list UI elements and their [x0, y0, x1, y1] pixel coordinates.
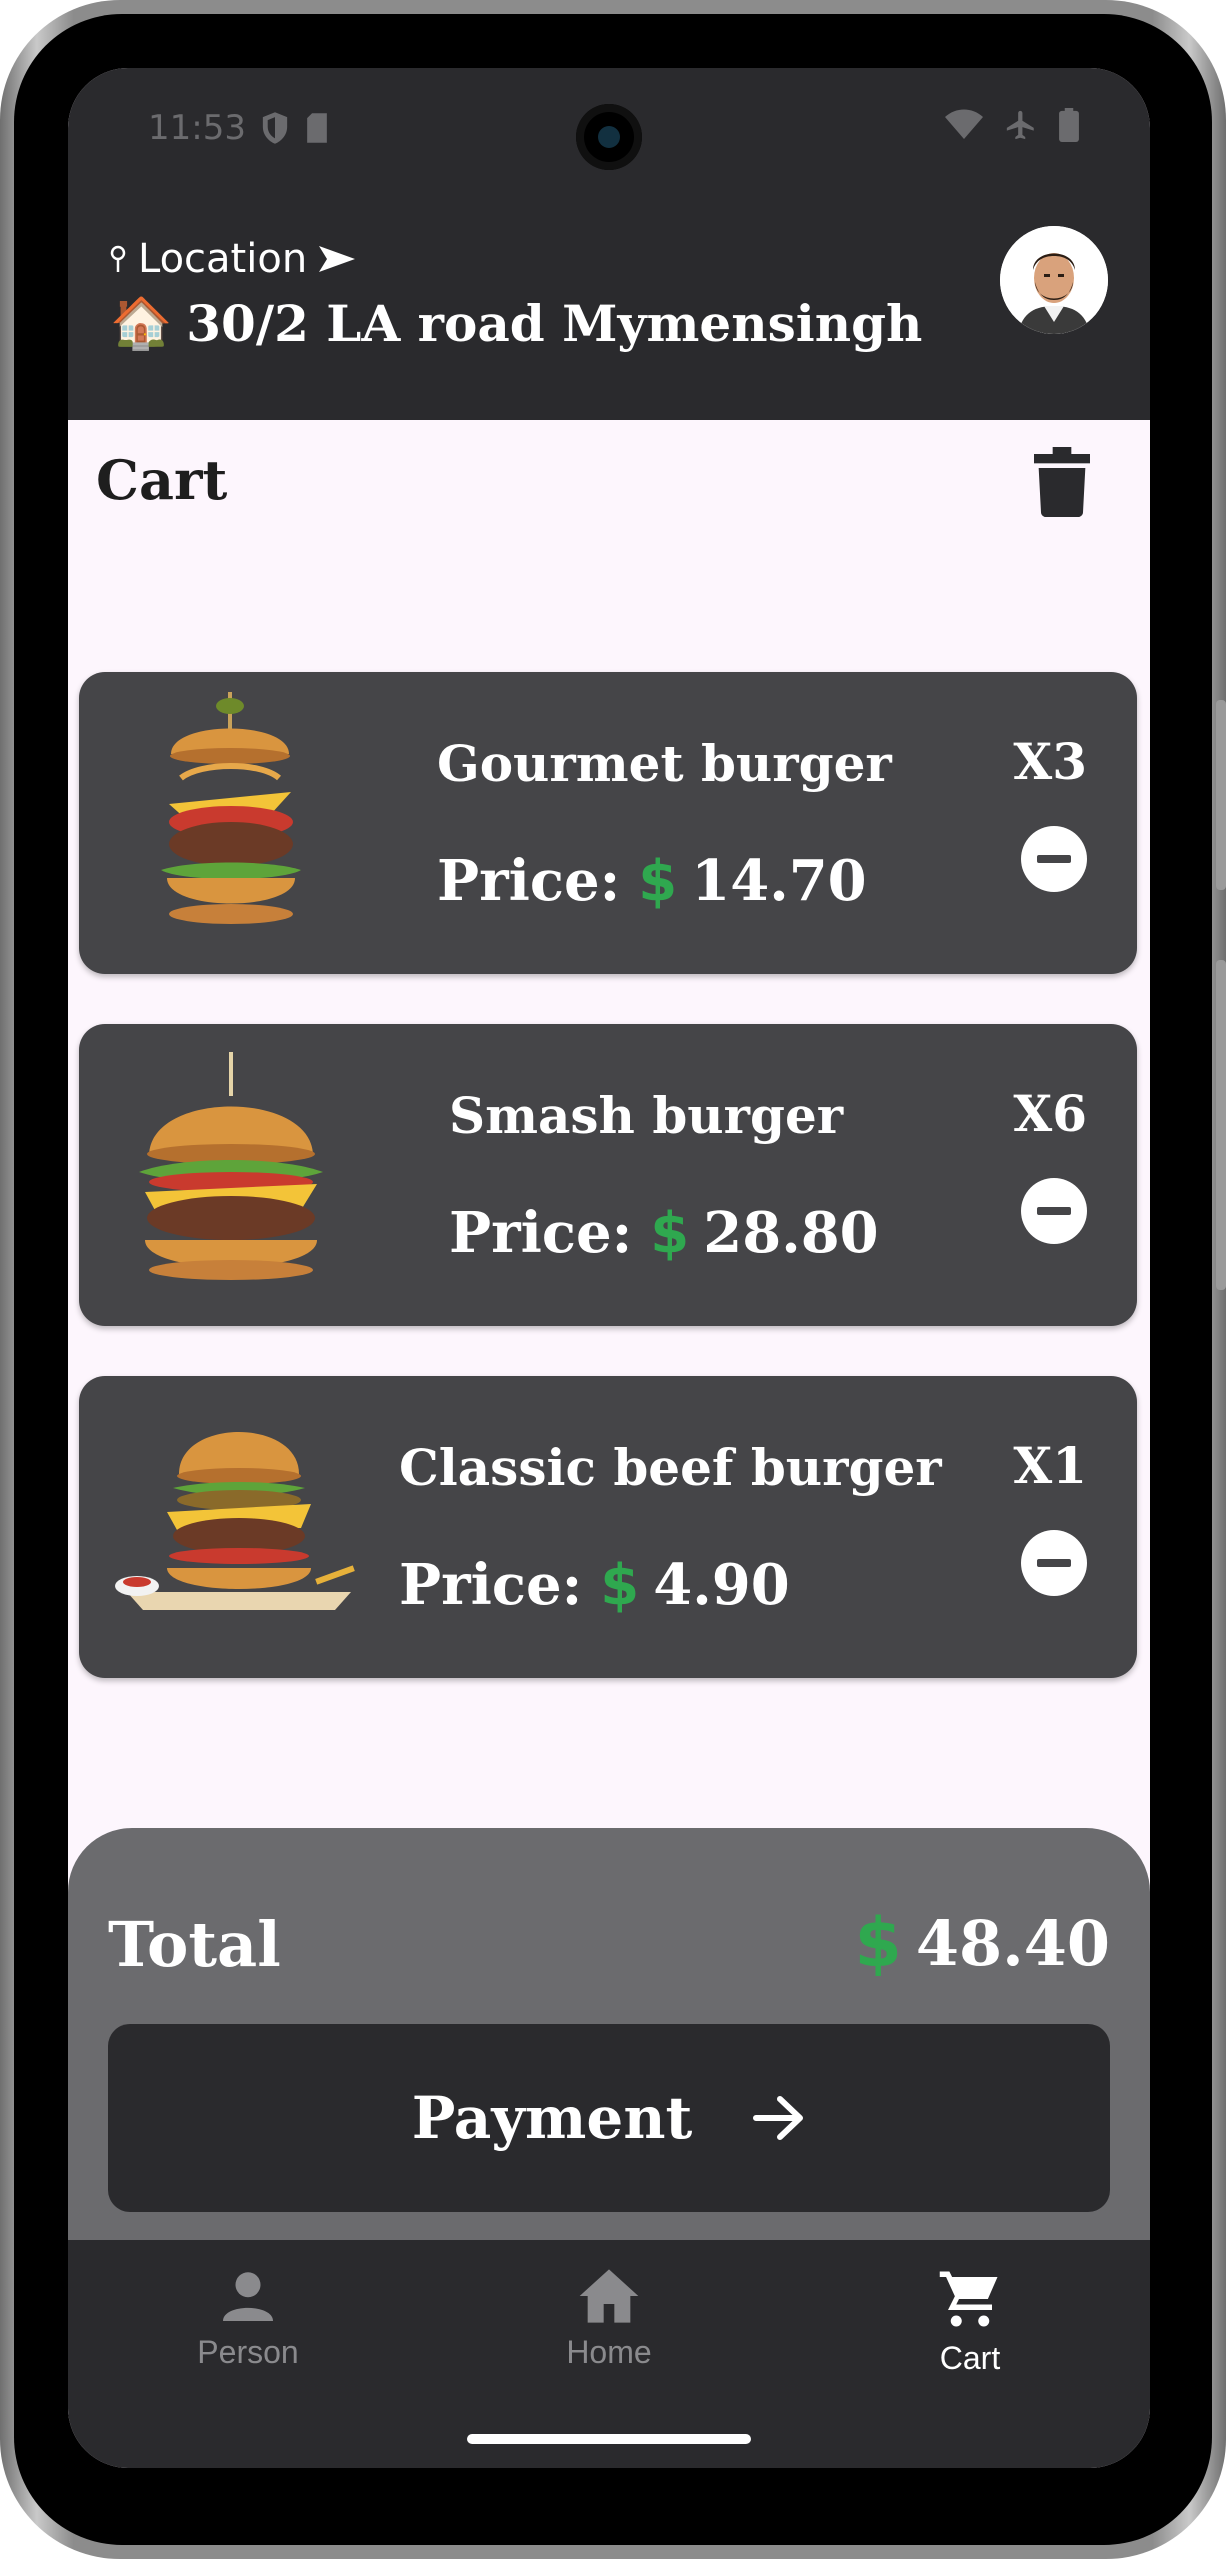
nav-label-home: Home	[566, 2334, 652, 2370]
address[interactable]: 🏠 30/2 LA road Mymensingh	[110, 294, 922, 353]
cart-item[interactable]: Smash burger Price: $ 28.80 X6	[79, 1024, 1137, 1326]
item-name: Gourmet burger	[437, 734, 892, 793]
dollar-icon: $	[600, 1552, 640, 1618]
status-time: 11:53	[148, 108, 246, 148]
volume-button	[1216, 700, 1226, 890]
nav-label-cart: Cart	[939, 2340, 1001, 2376]
decrease-quantity-button[interactable]	[1021, 1530, 1087, 1596]
airplane-icon	[1006, 110, 1034, 140]
nav-item-person[interactable]: Person	[128, 2266, 368, 2371]
classic-beef-burger-image	[115, 1432, 355, 1610]
clear-cart-button[interactable]	[1034, 446, 1090, 518]
item-price: Price: $ 4.90	[399, 1552, 790, 1618]
dollar-icon: $	[854, 1904, 902, 1983]
item-quantity: X3	[1013, 732, 1087, 791]
smash-burger-image	[139, 1052, 323, 1280]
home-icon	[579, 2269, 639, 2323]
decrease-quantity-button[interactable]	[1021, 826, 1087, 892]
shield-icon	[262, 112, 288, 144]
front-camera	[576, 104, 642, 170]
total-label: Total	[108, 1908, 281, 1981]
decrease-quantity-button[interactable]	[1021, 1178, 1087, 1244]
gesture-home-indicator[interactable]	[467, 2434, 751, 2444]
item-quantity: X6	[1013, 1084, 1087, 1143]
order-summary: Total $ 48.40 Payment	[68, 1828, 1150, 2248]
dollar-icon: $	[650, 1200, 690, 1266]
sd-card-icon	[307, 113, 327, 143]
nav-label-person: Person	[197, 2334, 299, 2370]
page-title: Cart	[96, 448, 228, 512]
item-price: Price: $ 28.80	[449, 1200, 879, 1266]
item-price: Price: $ 14.70	[437, 848, 867, 914]
header: 11:53 Location 🏠 30/2 LA road Mymensingh	[68, 68, 1150, 420]
dollar-icon: $	[638, 848, 678, 914]
status-bar-left: 11:53	[148, 108, 330, 148]
cart-item[interactable]: Gourmet burger Price: $ 14.70 X3	[79, 672, 1137, 974]
person-icon	[223, 2272, 273, 2321]
wifi-icon	[945, 109, 983, 139]
arrow-forward-icon	[753, 2096, 804, 2140]
item-name: Classic beef burger	[399, 1438, 942, 1497]
cart-item[interactable]: Classic beef burger Price: $ 4.90 X1	[79, 1376, 1137, 1678]
user-avatar-image	[1000, 226, 1108, 334]
nav-item-home[interactable]: Home	[489, 2266, 729, 2371]
trash-icon	[1034, 447, 1090, 517]
status-bar-right	[944, 108, 1080, 142]
location-label: Location	[138, 236, 308, 282]
house-icon: 🏠	[110, 294, 173, 352]
payment-label: Payment	[411, 2084, 693, 2152]
address-text: 30/2 LA road Mymensingh	[186, 294, 923, 353]
app-screen: 11:53 Location 🏠 30/2 LA road Mymensingh	[68, 68, 1150, 2468]
arrow-right-icon	[319, 246, 356, 272]
payment-button[interactable]: Payment	[108, 2024, 1110, 2212]
location-pin-icon	[110, 245, 126, 272]
location-selector[interactable]: Location	[108, 236, 357, 282]
total-value: $ 48.40	[854, 1904, 1110, 1983]
cart-icon	[939, 2271, 998, 2327]
battery-icon	[1059, 108, 1079, 142]
item-quantity: X1	[1013, 1436, 1087, 1495]
gourmet-burger-image	[161, 692, 301, 924]
power-button	[1216, 960, 1226, 1290]
nav-item-cart[interactable]: Cart	[850, 2266, 1090, 2377]
item-name: Smash burger	[449, 1086, 844, 1145]
avatar[interactable]	[1000, 226, 1108, 334]
